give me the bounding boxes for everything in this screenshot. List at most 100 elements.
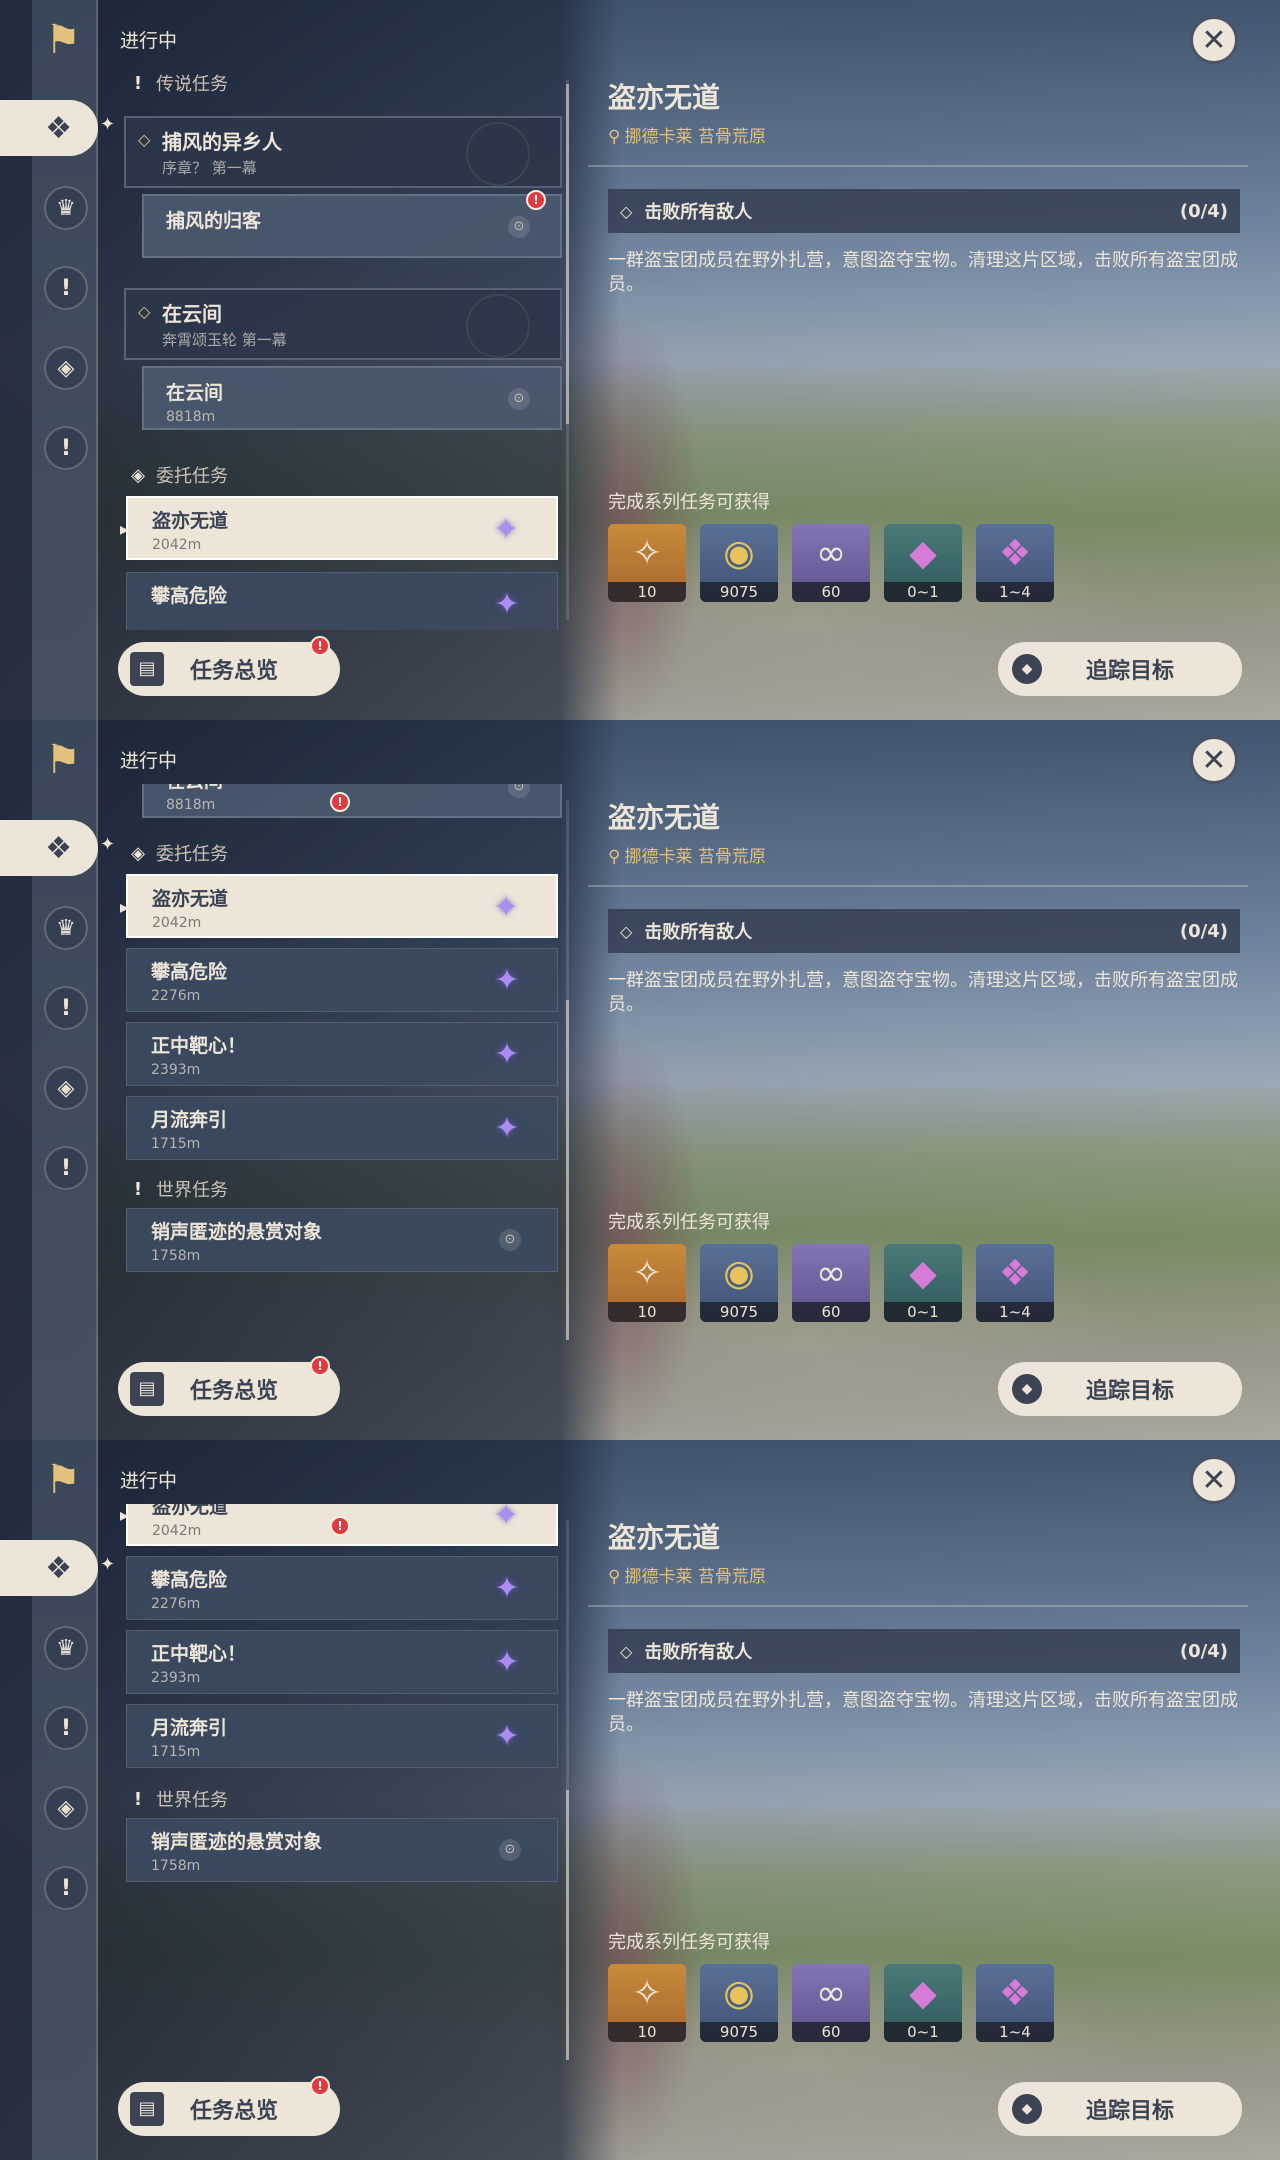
crystal-icon: ◆ xyxy=(909,533,937,574)
commission-star-icon: ✦ xyxy=(493,512,519,547)
location-pin-icon: ⊙ xyxy=(508,388,530,410)
quest-item[interactable]: 攀高危险 2276m ✦ xyxy=(126,1556,558,1620)
status-label: 进行中 xyxy=(120,1470,178,1492)
reward-item[interactable]: ✧ 10 xyxy=(608,524,686,602)
commission-star-icon: ✦ xyxy=(494,1645,520,1680)
location-pin-icon: ⚲ xyxy=(608,847,621,867)
quest-step[interactable]: 捕风的归客 ⊙ xyxy=(142,194,562,258)
reward-item[interactable]: ∞ 60 xyxy=(792,524,870,602)
scroll-thumb[interactable] xyxy=(566,1000,569,1340)
caret-icon: ▶ xyxy=(120,522,129,538)
bookmark-icon[interactable]: ⚑ xyxy=(44,1458,82,1502)
quest-item[interactable]: 攀高危险 2276m ✦ xyxy=(126,948,558,1012)
quest-item[interactable]: 销声匿迹的悬赏对象 1758m ⊙ xyxy=(126,1818,558,1882)
quest-overview-button[interactable]: ▤ 任务总览 xyxy=(118,642,340,696)
quest-step[interactable]: 在云间 8818m ⊙ xyxy=(142,784,562,818)
quest-item-selected[interactable]: ▶ 盗亦无道 2042m ✦ xyxy=(120,496,558,560)
divider xyxy=(588,1605,1248,1607)
diamond-icon: ◆ xyxy=(1012,2094,1042,2124)
sparkle-icon: ✦ xyxy=(100,1554,116,1575)
bookmark-icon[interactable]: ⚑ xyxy=(44,18,82,62)
divider xyxy=(588,885,1248,887)
nav-story-quests[interactable]: ! xyxy=(44,986,88,1030)
reward-item[interactable]: ◉ 9075 xyxy=(700,1244,778,1322)
nav-all-quests[interactable]: ❖ xyxy=(0,100,98,156)
category-nav: ⚑ ❖ ✦ ♛ ! ◈ ! xyxy=(0,1440,115,2160)
section-world: ! 世界任务 xyxy=(130,1174,228,1204)
alert-badge: ! xyxy=(330,792,350,812)
nav-world-quests[interactable]: ! xyxy=(44,1146,88,1190)
quest-item[interactable]: 正中靶心！ 2393m ✦ xyxy=(126,1630,558,1694)
reward-item[interactable]: ◉ 9075 xyxy=(700,1964,778,2042)
diamond-cluster-icon: ❖ xyxy=(45,110,72,146)
nav-all-quests[interactable]: ❖ xyxy=(0,1540,98,1596)
track-button[interactable]: ◆ 追踪目标 xyxy=(998,2082,1242,2136)
friendship-icon: ∞ xyxy=(816,1973,846,2014)
reward-item[interactable]: ❖ 1~4 xyxy=(976,1244,1054,1322)
nav-archon-quests[interactable]: ♛ xyxy=(44,186,88,230)
objective-bar: ◇ 击败所有敌人 (0/4) xyxy=(608,909,1240,953)
reward-item[interactable]: ❖ 1~4 xyxy=(976,524,1054,602)
track-button[interactable]: ◆ 追踪目标 xyxy=(998,1362,1242,1416)
quest-group[interactable]: ◇ 在云间 奔霄颂玉轮 第一幕 xyxy=(124,288,562,360)
track-button[interactable]: ◆ 追踪目标 xyxy=(998,642,1242,696)
commission-star-icon: ✦ xyxy=(494,963,520,998)
reward-item[interactable]: ∞ 60 xyxy=(792,1964,870,2042)
reward-item[interactable]: ✧ 10 xyxy=(608,1964,686,2042)
crystal-icon: ◆ xyxy=(909,1253,937,1294)
reward-item[interactable]: ✧ 10 xyxy=(608,1244,686,1322)
category-nav: ⚑ ❖ ✦ ♛ ! ◈ ! xyxy=(0,0,115,720)
reward-item[interactable]: ◆ 0~1 xyxy=(884,524,962,602)
quest-item[interactable]: 正中靶心！ 2393m ✦ xyxy=(126,1022,558,1086)
close-button[interactable]: ✕ xyxy=(1190,1456,1238,1504)
quest-book-icon: ▤ xyxy=(130,652,164,686)
reward-item[interactable]: ◆ 0~1 xyxy=(884,1244,962,1322)
quest-list[interactable]: 在云间 8818m ⊙ ! ◈委托任务 ▶ 盗亦无道 2042m ✦ 攀高危险 … xyxy=(120,784,566,1350)
section-commission: ◈ 委托任务 xyxy=(131,842,228,866)
objective-bar: ◇ 击败所有敌人 (0/4) xyxy=(608,1629,1240,1673)
nav-commissions[interactable]: ◈ xyxy=(44,1066,88,1110)
quest-item[interactable]: 销声匿迹的悬赏对象 1758m ⊙ xyxy=(126,1208,558,1272)
quest-item[interactable]: 月流奔引 1715m ✦ xyxy=(126,1704,558,1768)
close-icon: ✕ xyxy=(1201,22,1227,58)
nav-world-quests[interactable]: ! xyxy=(44,426,88,470)
scroll-thumb[interactable] xyxy=(566,1790,569,2060)
quest-item[interactable]: 攀高危险 ✦ xyxy=(126,572,558,630)
diamond-icon: ◇ xyxy=(620,921,633,941)
scroll-thumb[interactable] xyxy=(566,84,569,424)
nav-world-quests[interactable]: ! xyxy=(44,1866,88,1910)
exclamation-icon: ! xyxy=(133,72,143,94)
nav-commissions[interactable]: ◈ xyxy=(44,1786,88,1830)
close-button[interactable]: ✕ xyxy=(1190,16,1238,64)
nav-story-quests[interactable]: ! xyxy=(44,266,88,310)
reward-item[interactable]: ◉ 9075 xyxy=(700,524,778,602)
close-button[interactable]: ✕ xyxy=(1190,736,1238,784)
nav-commissions[interactable]: ◈ xyxy=(44,346,88,390)
objective-bar: ◇ 击败所有敌人 (0/4) xyxy=(608,189,1240,233)
quest-item-selected[interactable]: ▶ 盗亦无道 2042m ✦ xyxy=(120,874,558,938)
close-icon: ✕ xyxy=(1201,1462,1227,1498)
alert-badge: ! xyxy=(526,190,546,210)
reward-item[interactable]: ◆ 0~1 xyxy=(884,1964,962,2042)
reward-item[interactable]: ∞ 60 xyxy=(792,1244,870,1322)
quest-overview-button[interactable]: ▤ 任务总览 xyxy=(118,2082,340,2136)
divider xyxy=(588,165,1248,167)
nav-archon-quests[interactable]: ♛ xyxy=(44,906,88,950)
nav-all-quests[interactable]: ❖ xyxy=(0,820,98,876)
commission-star-icon: ✦ xyxy=(494,1111,520,1146)
quest-group[interactable]: ◇ 捕风的异乡人 序章？ 第一幕 xyxy=(124,116,562,188)
quest-overview-button[interactable]: ▤ 任务总览 xyxy=(118,1362,340,1416)
nav-story-quests[interactable]: ! xyxy=(44,1706,88,1750)
quest-list[interactable]: ! 传说任务 ◇ 捕风的异乡人 序章？ 第一幕 捕风的归客 ⊙ ! ◇ 在云间 奔… xyxy=(120,64,566,630)
quest-title: 盗亦无道 xyxy=(608,801,721,834)
nav-archon-quests[interactable]: ♛ xyxy=(44,1626,88,1670)
crystal-cluster-icon: ❖ xyxy=(998,1973,1032,2014)
quest-step[interactable]: 在云间 8818m ⊙ xyxy=(142,366,562,430)
quest-list[interactable]: ▶ 盗亦无道 2042m ✦ ! 攀高危险 2276m ✦ 正中靶心！ 2393… xyxy=(120,1504,566,2070)
quest-item[interactable]: 月流奔引 1715m ✦ xyxy=(126,1096,558,1160)
crown-icon: ♛ xyxy=(56,915,76,941)
reward-item[interactable]: ❖ 1~4 xyxy=(976,1964,1054,2042)
rewards-label: 完成系列任务可获得 xyxy=(608,1932,770,1953)
bookmark-icon[interactable]: ⚑ xyxy=(44,738,82,782)
screen-frame-2: ⚑ ❖ ✦ ♛ ! ◈ ! 进行中 ✕ 在云间 8818m ⊙ ! ◈委托任务 … xyxy=(0,720,1280,1440)
